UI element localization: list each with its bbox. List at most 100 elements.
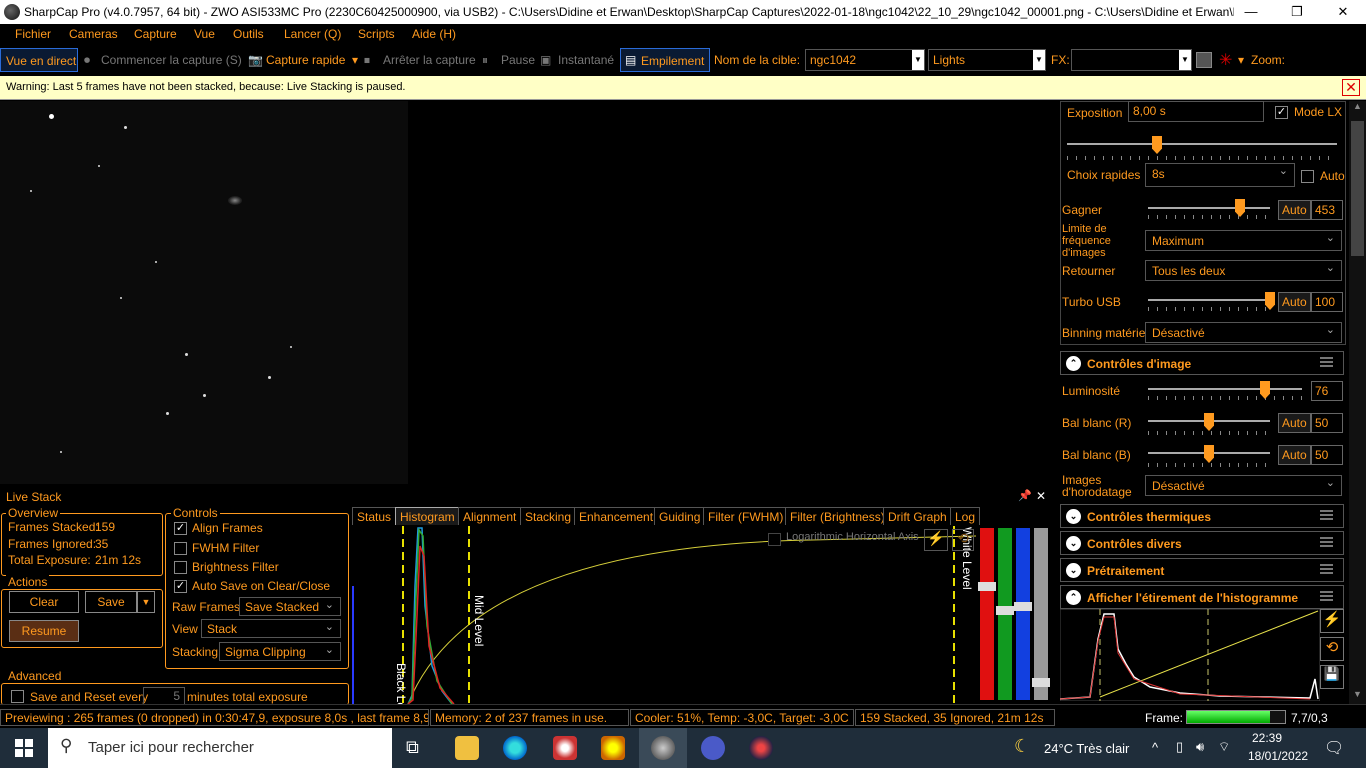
frame-type-select[interactable]: Lights ▼: [928, 49, 1046, 71]
reticle-icon[interactable]: [1196, 52, 1212, 68]
save-reset-minutes-input[interactable]: 5: [143, 687, 185, 705]
preprocessing-header[interactable]: ⌄ Prétraitement: [1060, 558, 1344, 582]
tab-histogram[interactable]: Histogram: [395, 507, 460, 525]
weather-moon-icon[interactable]: ☾: [1014, 736, 1030, 757]
warning-close-button[interactable]: ✕: [1342, 79, 1360, 96]
view-select[interactable]: Stack: [201, 619, 341, 638]
brightness-value[interactable]: 76: [1311, 381, 1343, 401]
auto-save-checkbox[interactable]: ✓: [174, 580, 187, 593]
quick-choice-select[interactable]: 8s: [1145, 163, 1295, 187]
stop-capture-button[interactable]: Arrêter la capture: [383, 53, 476, 67]
pin-icon[interactable]: 📌: [1018, 489, 1032, 502]
exposure-input[interactable]: 8,00 s: [1128, 101, 1264, 122]
usb-value[interactable]: 100: [1311, 292, 1343, 312]
timestamp-select[interactable]: Désactivé: [1145, 475, 1342, 496]
panel-scrollbar[interactable]: ▲ ▼: [1349, 101, 1366, 704]
frame-limit-select[interactable]: Maximum: [1145, 230, 1342, 251]
reset-level-icon[interactable]: ⟲: [952, 529, 974, 551]
volume-icon[interactable]: 🔊︎: [1196, 739, 1204, 755]
tab-filter-fwhm[interactable]: Filter (FWHM): [703, 507, 789, 525]
histogram-stretch-graph[interactable]: [1060, 609, 1320, 701]
misc-controls-header[interactable]: ⌄ Contrôles divers: [1060, 531, 1344, 555]
wb-blue-slider-thumb[interactable]: [1204, 445, 1214, 463]
brightness-filter-checkbox[interactable]: [174, 561, 187, 574]
tab-drift-graph[interactable]: Drift Graph: [883, 507, 952, 525]
pause-button[interactable]: Pause: [501, 53, 535, 67]
quick-capture-dropdown-icon[interactable]: ▾: [352, 53, 358, 67]
red-level-bar[interactable]: [980, 528, 994, 700]
gain-auto-button[interactable]: Auto: [1278, 200, 1311, 220]
menu-capture[interactable]: Capture: [134, 27, 177, 41]
minimize-button[interactable]: —: [1228, 0, 1274, 24]
discord-icon[interactable]: [701, 736, 725, 760]
snapshot-button[interactable]: Instantané: [558, 53, 614, 67]
blue-level-bar[interactable]: [1016, 528, 1030, 700]
raw-frames-select[interactable]: Save Stacked: [239, 597, 341, 616]
log-axis-checkbox[interactable]: [768, 533, 781, 546]
file-explorer-icon[interactable]: [455, 736, 479, 760]
clock-date[interactable]: 18/01/2022: [1248, 749, 1308, 763]
menu-cameras[interactable]: Cameras: [69, 27, 118, 41]
wb-blue-value[interactable]: 50: [1311, 445, 1343, 465]
network-icon[interactable]: ⌔: [1218, 739, 1230, 755]
gain-value[interactable]: 453: [1311, 200, 1343, 220]
fwhm-filter-checkbox[interactable]: [174, 542, 187, 555]
thermal-controls-header[interactable]: ⌄ Contrôles thermiques: [1060, 504, 1344, 528]
usb-auto-button[interactable]: Auto: [1278, 292, 1311, 312]
menu-vue[interactable]: Vue: [194, 27, 215, 41]
clear-button[interactable]: Clear: [9, 591, 79, 613]
tab-log[interactable]: Log: [950, 507, 981, 525]
quick-auto-checkbox[interactable]: [1301, 170, 1314, 183]
cpwi-icon[interactable]: [601, 736, 625, 760]
crosshair-dropdown-icon[interactable]: ▾: [1238, 53, 1244, 67]
tab-guiding[interactable]: Guiding: [654, 507, 706, 525]
brightness-slider-track[interactable]: [1148, 388, 1302, 390]
usb-slider-track[interactable]: [1148, 299, 1270, 301]
save-dropdown-icon[interactable]: ▼: [137, 591, 155, 613]
align-frames-checkbox[interactable]: ✓: [174, 522, 187, 535]
stellarium-icon[interactable]: [553, 736, 577, 760]
wb-red-value[interactable]: 50: [1311, 413, 1343, 433]
save-button[interactable]: Save: [85, 591, 137, 613]
tray-chevron-icon[interactable]: ^: [1152, 740, 1158, 755]
menu-scripts[interactable]: Scripts: [358, 27, 395, 41]
stacking-button[interactable]: ▤ Empilement: [620, 48, 710, 72]
menu-aide[interactable]: Aide (H): [412, 27, 456, 41]
save-reset-checkbox[interactable]: [11, 690, 24, 703]
wb-red-auto-button[interactable]: Auto: [1278, 413, 1311, 433]
tab-stacking[interactable]: Stacking: [520, 507, 577, 525]
start-capture-button[interactable]: Commencer la capture (S): [101, 53, 242, 67]
blue-level-handle[interactable]: [1014, 602, 1032, 611]
close-button[interactable]: ✕: [1320, 0, 1366, 24]
gain-slider-track[interactable]: [1148, 207, 1270, 209]
notifications-icon[interactable]: 🗨︎: [1324, 738, 1344, 758]
windows-start-icon[interactable]: [15, 739, 33, 757]
binning-select[interactable]: Désactivé: [1145, 322, 1342, 343]
flip-select[interactable]: Tous les deux: [1145, 260, 1342, 281]
live-view-button[interactable]: Vue en direct: [0, 48, 78, 72]
save-stretch-icon[interactable]: 💾: [1320, 665, 1344, 689]
close-live-stack-icon[interactable]: ✕: [1036, 489, 1046, 503]
edge-browser-icon[interactable]: [503, 736, 527, 760]
tab-filter-brightness[interactable]: Filter (Brightness): [785, 507, 890, 525]
resume-button[interactable]: Resume: [9, 620, 79, 642]
luminance-level-bar[interactable]: [1034, 528, 1048, 700]
green-level-handle[interactable]: [996, 606, 1014, 615]
menu-fichier[interactable]: Fichier: [15, 27, 51, 41]
task-view-icon[interactable]: ⧉: [406, 737, 419, 758]
quick-capture-button[interactable]: Capture rapide: [266, 53, 345, 67]
tab-alignment[interactable]: Alignment: [458, 507, 522, 525]
battery-icon[interactable]: ▯: [1176, 739, 1183, 755]
auto-stretch-icon[interactable]: ⚡: [1320, 609, 1344, 633]
target-name-input[interactable]: ngc1042 ▼: [805, 49, 925, 71]
red-level-handle[interactable]: [978, 582, 996, 591]
tab-status[interactable]: Status: [352, 507, 397, 525]
tab-enhancement[interactable]: Enhancement: [574, 507, 659, 525]
weather-text[interactable]: 24°C Très clair: [1044, 741, 1129, 756]
fx-select[interactable]: ▼: [1071, 49, 1192, 71]
lx-mode-checkbox[interactable]: ✓: [1275, 106, 1288, 119]
wb-blue-auto-button[interactable]: Auto: [1278, 445, 1311, 465]
live-stack-histogram[interactable]: [352, 526, 976, 704]
wb-red-slider-thumb[interactable]: [1204, 413, 1214, 431]
histogram-stretch-header[interactable]: ⌃ Afficher l'étirement de l'histogramme: [1060, 585, 1344, 609]
